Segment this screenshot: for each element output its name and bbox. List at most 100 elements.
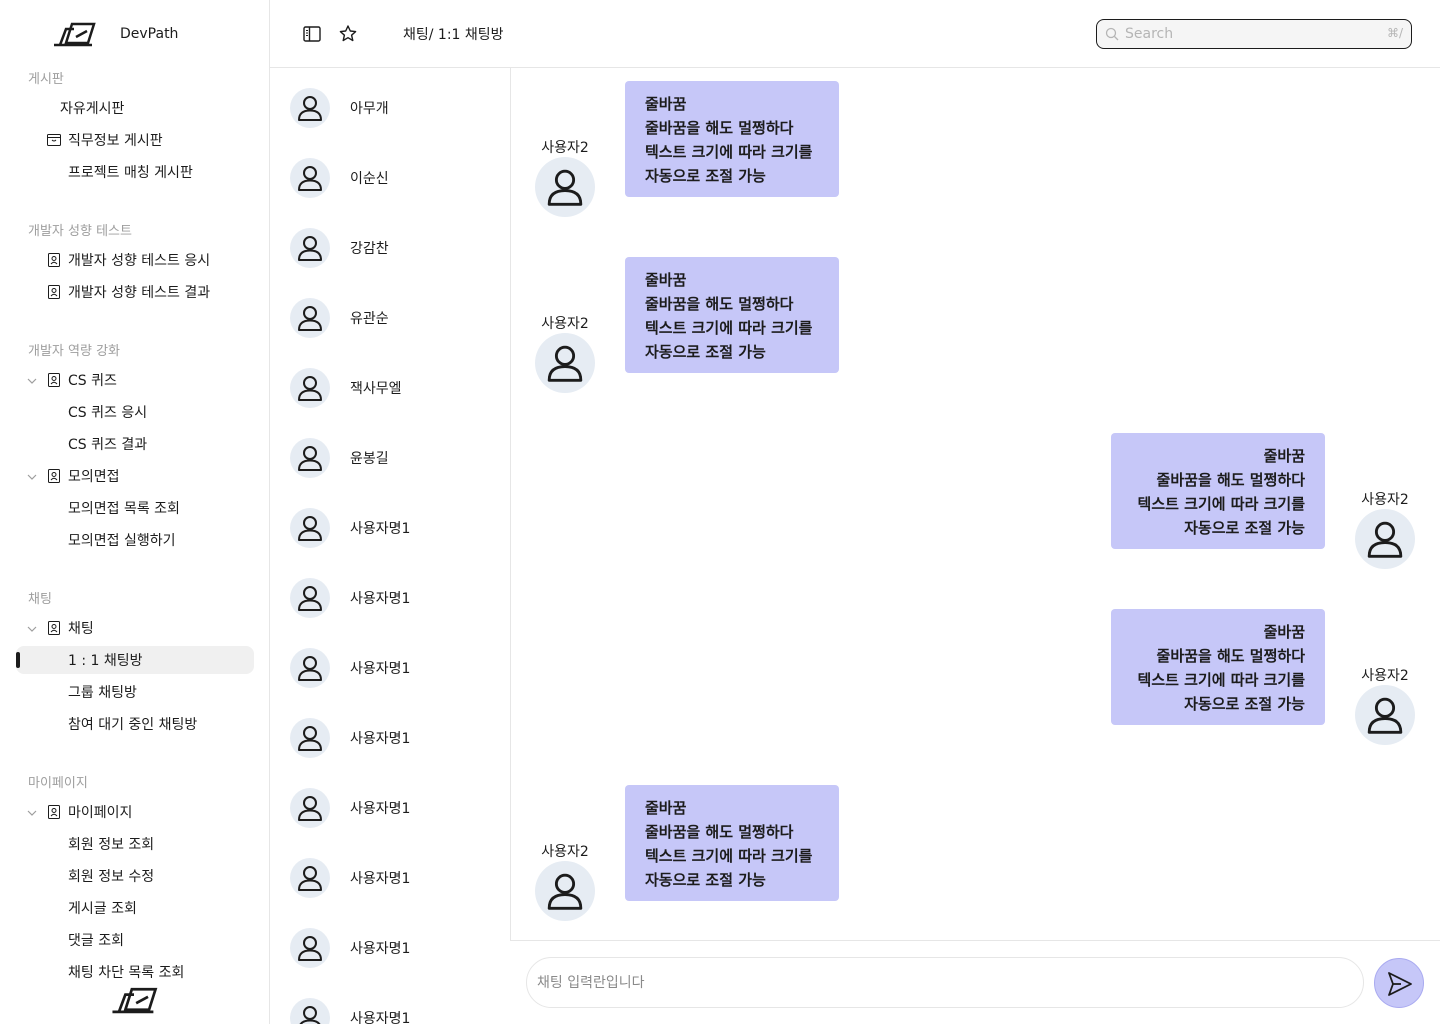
- message-received: 사용자2 줄바꿈 줄바꿈을 해도 멀쩡하다 텍스트 크기에 따라 크기를 자동으로…: [511, 785, 1440, 935]
- sidebar-item-label: CS 퀴즈 결과: [68, 437, 148, 453]
- devpath-logo-icon: [112, 987, 158, 1014]
- breadcrumb: 채팅/ 1:1 채팅방: [403, 27, 504, 43]
- id-badge-icon: [48, 253, 60, 267]
- sidebar-item-cs-quiz-result[interactable]: CS 퀴즈 결과: [16, 430, 254, 458]
- chat-list-item[interactable]: 유관순: [290, 296, 500, 340]
- sidebar-item-blocked-chats[interactable]: 채팅 차단 목록 조회: [16, 958, 254, 986]
- sidebar-item-mock-interview-list[interactable]: 모의면접 목록 조회: [16, 494, 254, 522]
- sidebar-item-label: 게시글 조회: [68, 901, 137, 917]
- user-icon: [298, 936, 322, 961]
- avatar[interactable]: [535, 861, 595, 921]
- message-sender: 사용자2: [1361, 492, 1409, 508]
- avatar: [290, 298, 330, 338]
- chat-list-item-name: 사용자명1: [350, 801, 411, 817]
- sidebar-item-my-posts[interactable]: 게시글 조회: [16, 894, 254, 922]
- chat-list-item-name: 강감찬: [350, 241, 389, 257]
- user-icon: [298, 446, 322, 471]
- chat-list-item-name: 사용자명1: [350, 941, 411, 957]
- message-bubble: 줄바꿈 줄바꿈을 해도 멀쩡하다 텍스트 크기에 따라 크기를 자동으로 조절 …: [1111, 433, 1325, 549]
- chat-composer[interactable]: [526, 957, 1364, 1008]
- avatar: [290, 788, 330, 828]
- sidebar-item-label: 1 : 1 채팅방: [68, 653, 143, 669]
- section-title-chat: 채팅: [28, 592, 52, 607]
- sidebar-item-test-result[interactable]: 개발자 성향 테스트 결과: [16, 278, 254, 306]
- message-sender: 사용자2: [541, 316, 589, 332]
- sidebar-item-job-board[interactable]: 직무정보 게시판: [16, 126, 254, 154]
- avatar: [290, 368, 330, 408]
- send-button[interactable]: [1374, 958, 1424, 1008]
- sidebar-item-chat[interactable]: 채팅: [16, 614, 254, 642]
- chat-list-item[interactable]: 강감찬: [290, 226, 500, 270]
- user-icon: [298, 656, 322, 681]
- avatar[interactable]: [1355, 685, 1415, 745]
- chat-list-item[interactable]: 사용자명1: [290, 996, 500, 1024]
- sidebar-item-mock-interview-run[interactable]: 모의면접 실행하기: [16, 526, 254, 554]
- sidebar-item-free-board[interactable]: 자유게시판: [16, 94, 254, 122]
- message-sent: 사용자2 줄바꿈 줄바꿈을 해도 멀쩡하다 텍스트 크기에 따라 크기를 자동으로…: [511, 609, 1440, 759]
- star-icon: [339, 25, 357, 42]
- chat-list-item[interactable]: 이순신: [290, 156, 500, 200]
- sidebar-item-label: 프로젝트 매칭 게시판: [68, 165, 193, 181]
- user-icon: [547, 345, 583, 382]
- chat-list: 아무개이순신강감찬유관순잭사무엘윤봉길사용자명1 사용자명1 사용자명1 사용자명1 사…: [270, 68, 510, 1024]
- search-shortcut-hint: ⌘/: [1386, 26, 1403, 40]
- message-bubble: 줄바꿈 줄바꿈을 해도 멀쩡하다 텍스트 크기에 따라 크기를 자동으로 조절 …: [625, 81, 839, 197]
- sidebar-item-label: 회원 정보 조회: [68, 837, 155, 853]
- message-area: 사용자2 줄바꿈 줄바꿈을 해도 멀쩡하다 텍스트 크기에 따라 크기를 자동으로…: [510, 68, 1440, 941]
- chevron-down-icon: [27, 378, 37, 384]
- chat-list-item[interactable]: 윤봉길: [290, 436, 500, 480]
- message-sender: 사용자2: [541, 140, 589, 156]
- chat-list-item[interactable]: 사용자명1: [290, 576, 500, 620]
- avatar[interactable]: [535, 157, 595, 217]
- user-icon: [298, 586, 322, 611]
- sidebar-item-one-on-one-chat[interactable]: 1 : 1 채팅방: [16, 646, 254, 674]
- avatar[interactable]: [1355, 509, 1415, 569]
- chat-list-item-name: 윤봉길: [350, 451, 389, 467]
- sidebar-item-member-edit[interactable]: 회원 정보 수정: [16, 862, 254, 890]
- sidebar-item-label: 개발자 성향 테스트 응시: [68, 253, 211, 269]
- chat-list-item[interactable]: 사용자명1: [290, 646, 500, 690]
- chat-list-item[interactable]: 사용자명1: [290, 506, 500, 550]
- active-indicator: [16, 652, 20, 668]
- chat-list-item[interactable]: 잭사무엘: [290, 366, 500, 410]
- brand[interactable]: DevPath: [52, 18, 178, 50]
- app-name: DevPath: [120, 26, 179, 42]
- chat-list-item[interactable]: 사용자명1: [290, 856, 500, 900]
- user-icon: [299, 1006, 321, 1024]
- search-input[interactable]: [1125, 24, 1375, 44]
- send-icon: [1388, 972, 1412, 996]
- avatar[interactable]: [535, 333, 595, 393]
- user-icon: [1367, 697, 1403, 734]
- avatar: [290, 88, 330, 128]
- chevron-down-icon: [27, 626, 37, 632]
- user-icon: [298, 516, 322, 541]
- sidebar-item-my-comments[interactable]: 댓글 조회: [16, 926, 254, 954]
- top-header: 채팅/ 1:1 채팅방 ⌘/: [270, 0, 1440, 68]
- sidebar-item-group-chat[interactable]: 그룹 채팅방: [16, 678, 254, 706]
- toggle-sidebar-button[interactable]: [300, 22, 324, 46]
- id-badge-icon: [48, 621, 60, 635]
- sidebar-item-cs-quiz-take[interactable]: CS 퀴즈 응시: [16, 398, 254, 426]
- chat-list-item-name: 유관순: [350, 311, 389, 327]
- avatar: [290, 508, 330, 548]
- sidebar-item-project-board[interactable]: 프로젝트 매칭 게시판: [16, 158, 254, 186]
- sidebar-item-mock-interview[interactable]: 모의면접: [16, 462, 254, 490]
- chat-list-item-name: 사용자명1: [350, 591, 411, 607]
- chat-list-item[interactable]: 사용자명1: [290, 716, 500, 760]
- chat-list-item[interactable]: 아무개: [290, 86, 500, 130]
- chat-input[interactable]: [537, 973, 1337, 993]
- chat-list-item[interactable]: 사용자명1: [290, 926, 500, 970]
- chat-list-item[interactable]: 사용자명1: [290, 786, 500, 830]
- sidebar-item-pending-chat[interactable]: 참여 대기 중인 채팅방: [16, 710, 254, 738]
- sidebar-item-label: 모의면접 실행하기: [68, 533, 176, 549]
- search-box[interactable]: ⌘/: [1096, 19, 1412, 49]
- sidebar-item-take-test[interactable]: 개발자 성향 테스트 응시: [16, 246, 254, 274]
- user-icon: [547, 169, 583, 206]
- sidebar-item-label: 직무정보 게시판: [68, 133, 163, 149]
- user-icon: [298, 376, 322, 401]
- favorite-button[interactable]: [336, 22, 360, 46]
- sidebar-item-cs-quiz[interactable]: CS 퀴즈: [16, 366, 254, 394]
- sidebar-item-mypage[interactable]: 마이페이지: [16, 798, 254, 826]
- chat-list-item-name: 사용자명1: [350, 871, 411, 887]
- sidebar-item-member-info[interactable]: 회원 정보 조회: [16, 830, 254, 858]
